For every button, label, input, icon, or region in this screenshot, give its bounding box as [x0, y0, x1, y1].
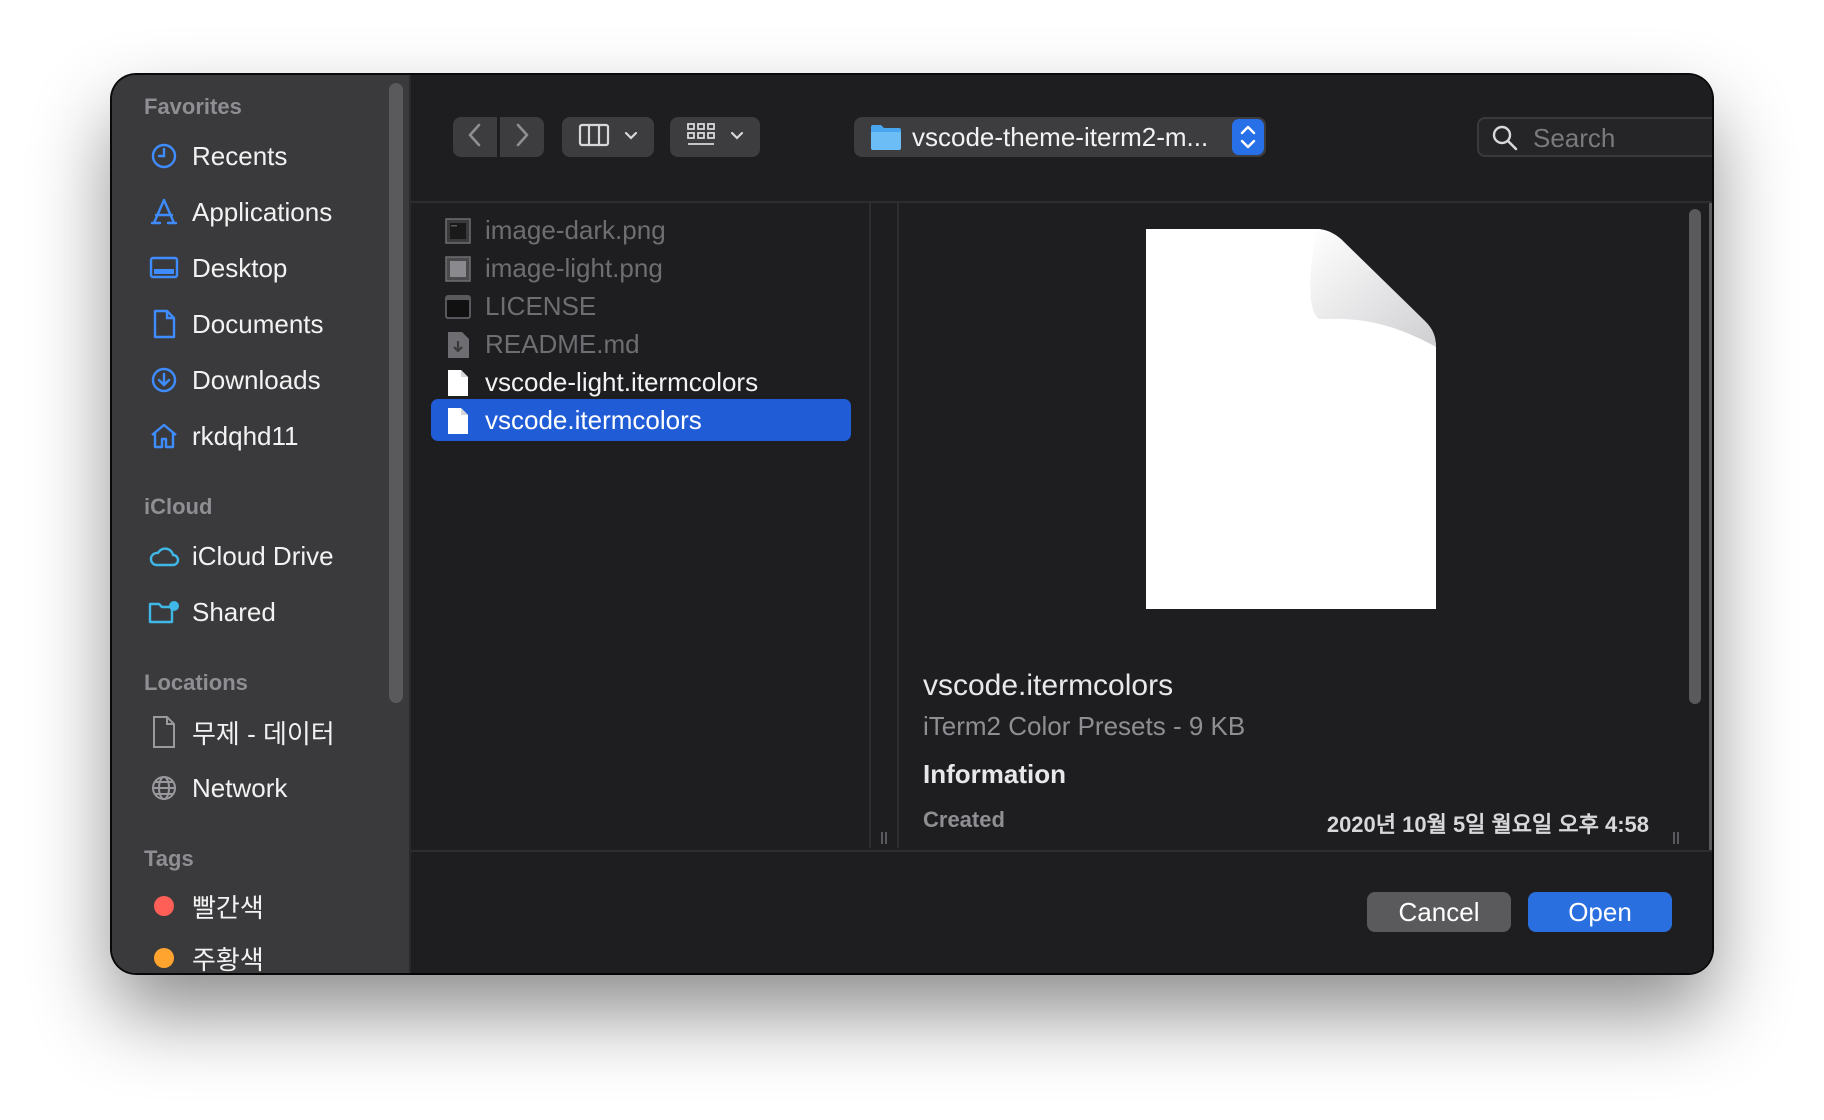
file-name: image-dark.png — [485, 214, 666, 245]
sidebar-item-label: 빨간색 — [192, 892, 264, 923]
grip-icon — [1673, 832, 1679, 844]
column-resize-handle[interactable] — [869, 203, 899, 848]
chevron-left-icon — [467, 122, 483, 153]
file-name: README.md — [485, 328, 640, 359]
file-row: README.md — [431, 323, 851, 365]
sidebar-item-label: Desktop — [192, 252, 288, 283]
applications-icon — [148, 196, 180, 228]
file-row: LICENSE — [431, 285, 851, 327]
grid-icon — [686, 122, 716, 153]
sidebar-item-network[interactable]: Network — [112, 765, 382, 811]
document-icon — [148, 308, 180, 340]
file-row-selected[interactable]: vscode.itermcolors — [431, 399, 851, 441]
file-row: image-dark.png — [431, 209, 851, 251]
terminal-file-icon — [445, 293, 471, 321]
path-popup[interactable]: vscode-theme-iterm2-m... — [854, 117, 1266, 157]
preview-scrollbar[interactable] — [1689, 209, 1701, 704]
sidebar-item-icloud-drive[interactable]: iCloud Drive — [112, 533, 382, 579]
open-button[interactable]: Open — [1528, 892, 1672, 932]
file-name: vscode.itermcolors — [485, 404, 702, 435]
download-icon — [148, 364, 180, 396]
up-down-chevron-icon — [1232, 119, 1264, 155]
sidebar-scrollbar[interactable] — [389, 83, 403, 703]
chevron-right-icon — [514, 122, 530, 153]
folder-icon — [870, 123, 902, 156]
sidebar-item-label: Network — [192, 772, 288, 803]
image-file-icon — [445, 217, 471, 245]
sidebar-item-recents[interactable]: Recents — [112, 133, 382, 179]
disk-icon — [148, 716, 180, 748]
image-file-icon — [445, 255, 471, 283]
sidebar-heading-locations: Locations — [144, 670, 248, 695]
preview-file-kind: iTerm2 Color Presets - 9 KB — [923, 711, 1246, 741]
sidebar-item-disk[interactable]: 무제 - 데이터 — [112, 709, 382, 755]
search-field[interactable] — [1477, 117, 1712, 157]
created-label: Created — [923, 807, 1005, 832]
sidebar-item-label: Shared — [192, 596, 276, 627]
sidebar-heading-icloud: iCloud — [144, 494, 213, 519]
sidebar-heading-favorites: Favorites — [144, 94, 242, 119]
desktop-icon — [148, 252, 180, 284]
group-button[interactable] — [670, 117, 760, 157]
sidebar-item-label: 주황색 — [192, 944, 264, 974]
sidebar-heading-tags: Tags — [144, 846, 194, 871]
blank-file-icon — [445, 407, 471, 435]
sidebar-item-shared[interactable]: Shared — [112, 589, 382, 635]
sidebar-item-label: Applications — [192, 196, 333, 227]
sidebar-item-label: rkdqhd11 — [192, 420, 299, 451]
information-heading: Information — [923, 759, 1066, 789]
file-row: image-light.png — [431, 247, 851, 289]
sidebar-item-documents[interactable]: Documents — [112, 301, 382, 347]
sidebar-item-label: Recents — [192, 140, 288, 171]
grip-icon — [881, 832, 887, 844]
chevron-down-icon — [730, 128, 744, 146]
file-name: image-light.png — [485, 252, 663, 283]
sidebar-item-label: Downloads — [192, 364, 321, 395]
path-label: vscode-theme-iterm2-m... — [912, 121, 1209, 152]
markdown-file-icon — [445, 331, 471, 359]
search-input[interactable] — [1531, 121, 1712, 155]
dialog-button-bar: Cancel Open — [411, 850, 1712, 973]
file-row[interactable]: vscode-light.itermcolors — [431, 361, 851, 403]
file-name: vscode-light.itermcolors — [485, 366, 759, 397]
cloud-icon — [148, 540, 180, 572]
sidebar-item-label: Documents — [192, 308, 324, 339]
forward-button[interactable] — [500, 117, 544, 157]
shared-folder-icon — [148, 596, 180, 628]
clock-icon — [148, 140, 180, 172]
red-tag-dot-icon — [148, 890, 180, 922]
sidebar-item-tag-red[interactable]: 빨간색 — [112, 883, 382, 929]
sidebar-item-applications[interactable]: Applications — [112, 189, 382, 235]
orange-tag-dot-icon — [148, 942, 180, 973]
search-icon — [1491, 124, 1519, 157]
file-list: image-dark.png image-light.png LICENSE R… — [411, 203, 869, 848]
columns-icon — [578, 123, 610, 152]
sidebar: Favorites Recents Applications Desktop D… — [112, 75, 411, 973]
sidebar-item-home[interactable]: rkdqhd11 — [112, 413, 382, 459]
sidebar-item-label: 무제 - 데이터 — [192, 718, 335, 749]
sidebar-item-downloads[interactable]: Downloads — [112, 357, 382, 403]
home-icon — [148, 420, 180, 452]
toolbar: vscode-theme-iterm2-m... — [411, 75, 1712, 203]
document-preview-icon — [1146, 229, 1436, 614]
open-file-dialog: Favorites Recents Applications Desktop D… — [112, 75, 1712, 973]
blank-file-icon — [445, 369, 471, 397]
sidebar-item-desktop[interactable]: Desktop — [112, 245, 382, 291]
sidebar-item-tag-orange[interactable]: 주황색 — [112, 935, 382, 973]
view-mode-button[interactable] — [562, 117, 654, 157]
globe-icon — [148, 772, 180, 804]
file-name: LICENSE — [485, 290, 597, 321]
back-button[interactable] — [453, 117, 497, 157]
preview-file-name: vscode.itermcolors — [923, 669, 1174, 702]
cancel-button[interactable]: Cancel — [1367, 892, 1511, 932]
sidebar-item-label: iCloud Drive — [192, 540, 334, 571]
preview-pane: vscode.itermcolors iTerm2 Color Presets … — [901, 203, 1681, 848]
created-value: 2020년 10월 5일 월요일 오후 4:58 — [1326, 812, 1649, 837]
chevron-down-icon — [624, 128, 638, 146]
